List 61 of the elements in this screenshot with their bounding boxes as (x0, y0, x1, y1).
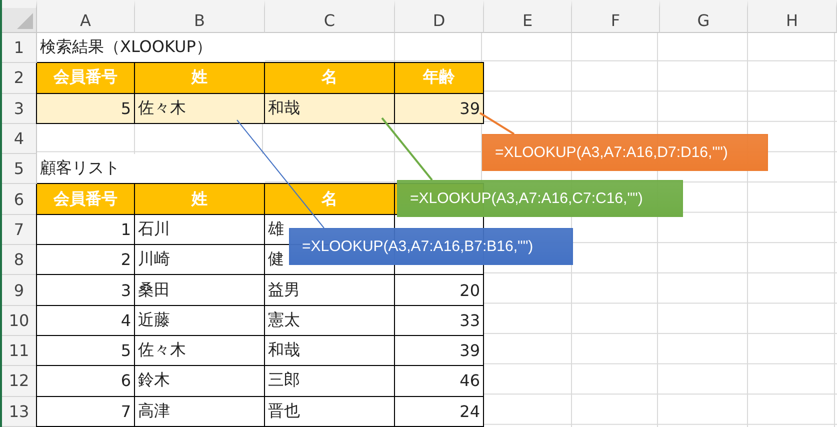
table-cell: 和哉 (265, 336, 395, 366)
table-cell: 三郎 (265, 366, 395, 397)
table-cell: 石川 (135, 214, 265, 246)
header-cell: 姓 (135, 184, 265, 215)
table-cell: 6 (37, 366, 135, 397)
row-header[interactable]: 4 (2, 124, 37, 154)
table-cell: 高津 (135, 396, 265, 427)
table-cell: 桑田 (135, 275, 265, 306)
table-cell: 39 (395, 336, 484, 366)
table-cell: 33 (395, 306, 484, 336)
row-header[interactable]: 3 (2, 94, 37, 124)
table-cell: 24 (395, 396, 484, 427)
table-cell: 2 (37, 245, 135, 276)
row-header[interactable]: 8 (2, 245, 37, 276)
table-cell: 川崎 (135, 245, 265, 276)
header-cell: 姓 (135, 63, 265, 94)
table-cell: 憲太 (265, 306, 395, 336)
row-header[interactable]: 1 (2, 33, 37, 64)
table-cell: 近藤 (135, 306, 265, 336)
header-cell: 会員番号 (37, 63, 135, 94)
table-cell: 佐々木 (135, 336, 265, 366)
column-header[interactable]: D (395, 0, 484, 33)
table-cell: 和哉 (265, 94, 395, 124)
column-header[interactable]: G (660, 0, 748, 33)
table-cell: 4 (37, 306, 135, 336)
header-cell: 年齢 (395, 63, 484, 94)
column-header[interactable]: E (484, 0, 572, 33)
table-cell: 7 (37, 396, 135, 427)
formula-callout: =XLOOKUP(A3,A7:A16,C7:C16,"") (397, 180, 683, 217)
table-cell: 20 (395, 275, 484, 306)
header-cell: 名 (265, 63, 395, 94)
column-header[interactable]: F (572, 0, 660, 33)
table-cell: 3 (37, 275, 135, 306)
row-header[interactable]: 13 (2, 396, 37, 427)
table-cell: 晋也 (265, 396, 395, 427)
table-cell: 5 (37, 336, 135, 366)
sheet-title: 検索結果（XLOOKUP） (37, 33, 265, 64)
column-header[interactable]: B (135, 0, 265, 33)
row-header[interactable]: 10 (2, 306, 37, 336)
table-cell: 46 (395, 366, 484, 397)
formula-callout: =XLOOKUP(A3,A7:A16,B7:B16,"") (289, 228, 573, 265)
row-header[interactable]: 5 (2, 154, 37, 184)
row-header[interactable]: 11 (2, 336, 37, 366)
table-cell: 1 (37, 214, 135, 246)
column-header[interactable]: C (265, 0, 395, 33)
table-cell: 佐々木 (135, 94, 265, 124)
row-header[interactable]: 12 (2, 366, 37, 397)
row-header[interactable]: 6 (2, 184, 37, 215)
table-cell: 39 (395, 94, 484, 124)
table-cell: 益男 (265, 275, 395, 306)
column-header[interactable]: A (37, 0, 135, 33)
sheet-title: 顧客リスト (37, 154, 265, 184)
row-header[interactable]: 7 (2, 214, 37, 246)
header-cell: 会員番号 (37, 184, 135, 215)
table-cell: 鈴木 (135, 366, 265, 397)
row-header[interactable]: 9 (2, 275, 37, 306)
table-cell: 5 (37, 94, 135, 124)
formula-callout: =XLOOKUP(A3,A7:A16,D7:D16,"") (482, 134, 768, 171)
header-cell: 名 (265, 184, 395, 215)
row-header[interactable]: 2 (2, 63, 37, 94)
column-header[interactable]: H (748, 0, 837, 33)
